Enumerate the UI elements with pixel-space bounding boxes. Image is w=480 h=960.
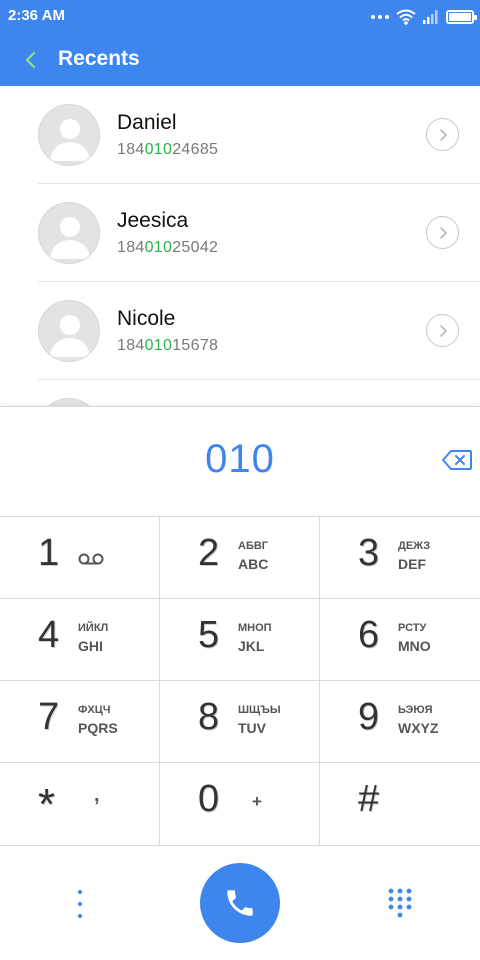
key-letters: ШЩЪЫ TUV	[238, 704, 281, 736]
key-letters: ЬЭЮЯ WXYZ	[398, 704, 439, 736]
key-letters: РСТУ MNO	[398, 622, 431, 654]
person-icon	[50, 217, 90, 259]
key-digit: 6	[358, 614, 380, 656]
contact-name: Daniel	[117, 111, 177, 134]
key-9[interactable]: 9 ЬЭЮЯ WXYZ	[320, 681, 480, 763]
key-digit: 0	[198, 778, 220, 820]
phone-icon	[227, 890, 253, 916]
keypad: 1 2 АБВГ ABC 3 ДЕЖЗ DEF 4 ИЙКЛ GHI 5 МНОП JK…	[0, 517, 480, 846]
key-digit: 2	[198, 532, 220, 574]
list-item[interactable]: Jeesica 18401025042	[0, 184, 480, 282]
list-item[interactable]	[0, 380, 480, 406]
details-button[interactable]	[426, 314, 459, 347]
key-symbol: ,	[94, 784, 100, 806]
key-digit: 4	[38, 614, 60, 656]
more-vertical-icon[interactable]	[72, 890, 88, 918]
avatar	[38, 202, 100, 264]
list-item[interactable]: Nicole 18401015678	[0, 282, 480, 380]
voicemail-icon	[78, 553, 104, 565]
contact-number: 18401015678	[117, 337, 219, 354]
entered-number: 010	[205, 437, 275, 481]
number-match: 010	[144, 337, 173, 354]
contact-number: 18401025042	[117, 239, 219, 256]
page-title: Recents	[58, 47, 140, 70]
key-letters: АБВГ ABC	[238, 540, 269, 572]
number-match: 010	[144, 239, 173, 256]
contact-number: 18401024685	[117, 141, 219, 158]
key-star[interactable]: * ,	[0, 763, 160, 846]
key-letters: ДЕЖЗ DEF	[398, 540, 431, 572]
key-digit: *	[38, 780, 56, 829]
call-button[interactable]	[200, 863, 280, 943]
key-letters: МНОП JKL	[238, 622, 272, 654]
key-digit: #	[358, 778, 380, 820]
key-letters: ИЙКЛ GHI	[78, 622, 109, 654]
header: 2:36 AM Recents	[0, 0, 480, 86]
person-icon	[50, 315, 90, 357]
status-icons	[371, 6, 477, 28]
number-match: 010	[144, 141, 173, 158]
chevron-left-icon	[25, 51, 36, 69]
key-digit: 7	[38, 696, 60, 738]
app-bar: Recents	[0, 34, 480, 86]
chevron-right-icon	[439, 226, 447, 239]
key-4[interactable]: 4 ИЙКЛ GHI	[0, 599, 160, 681]
backspace-icon[interactable]	[441, 448, 473, 472]
key-8[interactable]: 8 ШЩЪЫ TUV	[160, 681, 320, 763]
avatar	[38, 104, 100, 166]
details-button[interactable]	[426, 118, 459, 151]
key-digit: 3	[358, 532, 380, 574]
notification-dots-icon	[371, 15, 389, 19]
details-button[interactable]	[426, 216, 459, 249]
key-1[interactable]: 1	[0, 517, 160, 599]
key-digit: 9	[358, 696, 380, 738]
dialpad-icon[interactable]	[387, 887, 413, 919]
key-digit: 8	[198, 696, 220, 738]
key-letters: ФХЦЧ PQRS	[78, 704, 118, 736]
key-7[interactable]: 7 ФХЦЧ PQRS	[0, 681, 160, 763]
dial-display: 010	[0, 406, 480, 517]
key-6[interactable]: 6 РСТУ MNO	[320, 599, 480, 681]
list-item[interactable]: Daniel 18401024685	[0, 86, 480, 184]
back-button[interactable]	[14, 44, 46, 76]
signal-icon	[423, 10, 438, 24]
key-hash[interactable]: #	[320, 763, 480, 846]
person-icon	[50, 119, 90, 161]
wifi-icon	[396, 9, 416, 25]
key-digit: 5	[198, 614, 220, 656]
status-bar: 2:36 AM	[0, 0, 480, 34]
avatar	[38, 300, 100, 362]
recents-list: Daniel 18401024685 Jeesica 18401025042 N…	[0, 86, 480, 406]
chevron-right-icon	[439, 128, 447, 141]
status-time: 2:36 AM	[8, 7, 65, 24]
avatar	[38, 398, 100, 406]
key-2[interactable]: 2 АБВГ ABC	[160, 517, 320, 599]
battery-icon	[446, 10, 477, 24]
key-0[interactable]: 0 +	[160, 763, 320, 846]
key-3[interactable]: 3 ДЕЖЗ DEF	[320, 517, 480, 599]
contact-name: Nicole	[117, 307, 176, 330]
key-5[interactable]: 5 МНОП JKL	[160, 599, 320, 681]
bottom-action-bar	[0, 846, 480, 960]
contact-name: Jeesica	[117, 209, 189, 232]
key-digit: 1	[38, 532, 60, 574]
key-symbol: +	[252, 792, 262, 811]
chevron-right-icon	[439, 324, 447, 337]
